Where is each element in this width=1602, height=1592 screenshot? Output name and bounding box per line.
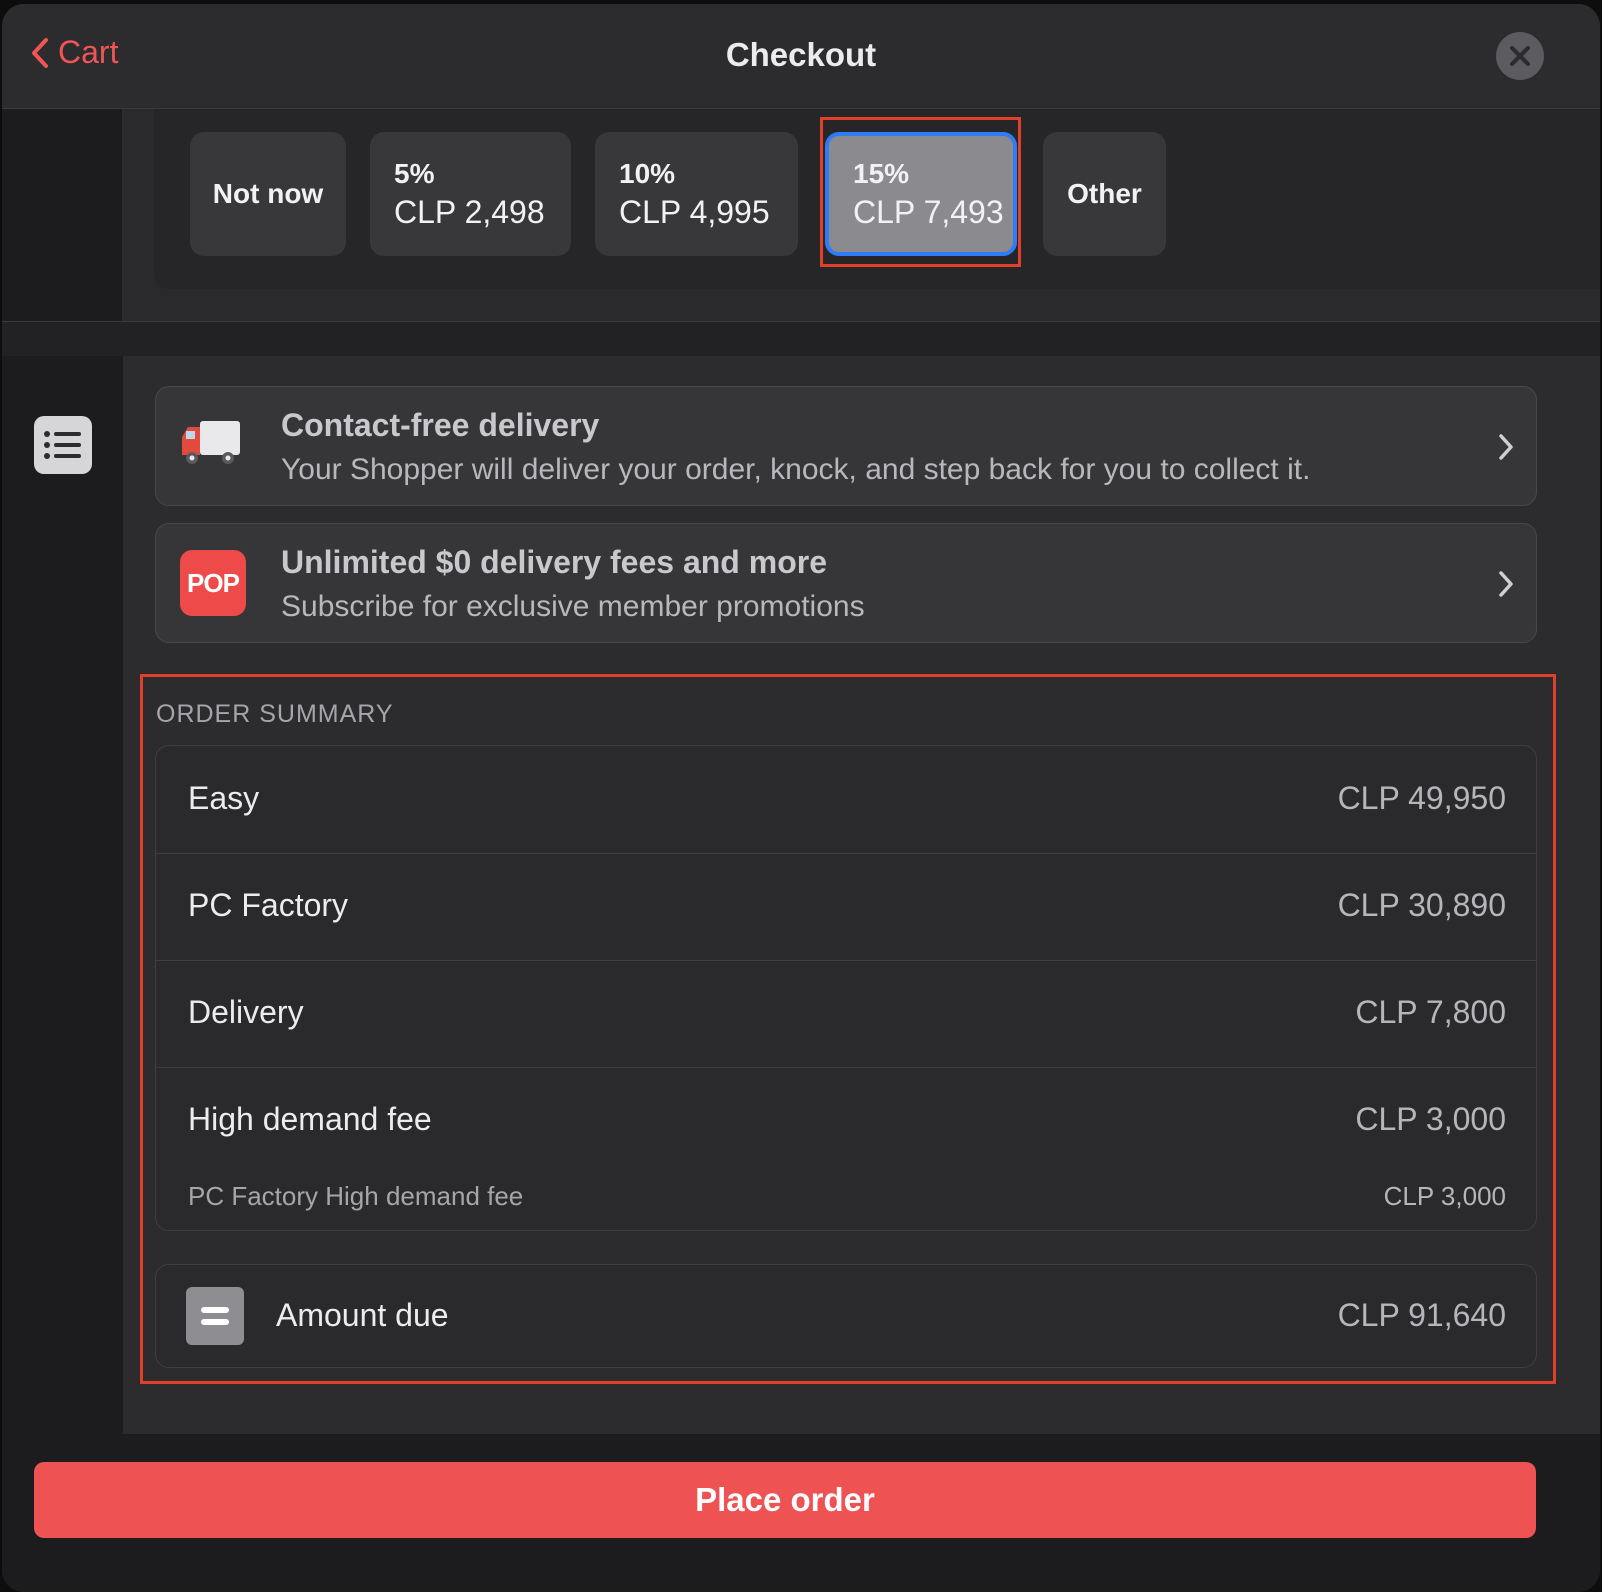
equals-icon [186, 1287, 244, 1345]
tip-option-not-now[interactable]: Not now [190, 132, 346, 256]
truck-icon [182, 421, 240, 464]
tip-amount: CLP 7,493 [853, 193, 1004, 230]
row-label: Easy [188, 780, 260, 816]
contact-free-delivery-card[interactable]: Contact-free delivery Your Shopper will … [155, 386, 1537, 506]
row-value: CLP 30,890 [1337, 887, 1506, 923]
card-subtitle: Subscribe for exclusive member promotion… [281, 590, 865, 623]
list-view-button[interactable] [34, 416, 92, 474]
tip-label: Not now [212, 178, 324, 209]
tip-option-5[interactable]: 5% CLP 2,498 [370, 132, 571, 256]
section-divider [2, 321, 1600, 356]
close-icon [1510, 46, 1530, 66]
chevron-right-icon [1499, 571, 1513, 597]
tip-percent: 15% [853, 157, 910, 189]
tip-amount: CLP 2,498 [394, 193, 545, 230]
row-label: PC Factory High demand fee [188, 1181, 524, 1211]
checkout-panel: Cart Checkout Not now 5% CLP 2,498 10% C… [2, 4, 1600, 1592]
card-subtitle: Your Shopper will deliver your order, kn… [281, 453, 1311, 486]
summary-subrow-pc-factory-fee: PC Factory High demand fee CLP 3,000 [156, 1147, 1536, 1230]
tip-label: Other [1067, 178, 1142, 209]
left-rail-top [2, 109, 122, 321]
row-value: CLP 7,800 [1355, 994, 1506, 1030]
row-value: CLP 3,000 [1383, 1181, 1506, 1211]
card-title: Unlimited $0 delivery fees and more [281, 544, 827, 580]
left-rail-bottom [2, 356, 123, 1434]
chevron-right-icon [1499, 434, 1513, 460]
order-summary-heading: ORDER SUMMARY [156, 700, 394, 728]
close-button[interactable] [1496, 32, 1544, 80]
row-value: CLP 3,000 [1355, 1101, 1506, 1137]
row-label: High demand fee [188, 1101, 432, 1137]
list-icon [44, 431, 81, 459]
row-label: Delivery [188, 994, 304, 1030]
tip-percent: 5% [394, 157, 435, 189]
membership-promo-card[interactable]: POP Unlimited $0 delivery fees and more … [155, 523, 1537, 643]
amount-due-row: Amount due CLP 91,640 [155, 1264, 1537, 1368]
tip-option-10[interactable]: 10% CLP 4,995 [595, 132, 798, 256]
summary-row-easy: Easy CLP 49,950 [156, 746, 1536, 854]
tip-percent: 10% [619, 157, 676, 189]
tip-option-other[interactable]: Other [1043, 132, 1166, 256]
summary-row-pc-factory: PC Factory CLP 30,890 [156, 853, 1536, 961]
total-value: CLP 91,640 [1337, 1297, 1506, 1333]
place-order-button[interactable]: Place order [34, 1462, 1536, 1538]
tip-option-15-selected[interactable]: 15% CLP 7,493 [825, 132, 1017, 256]
row-label: PC Factory [188, 887, 349, 923]
tip-amount: CLP 4,995 [619, 193, 770, 230]
page-title: Checkout [725, 36, 877, 73]
total-label: Amount due [276, 1297, 449, 1333]
card-title: Contact-free delivery [281, 407, 600, 443]
header: Cart Checkout [2, 4, 1600, 109]
pop-logo-icon: POP [180, 550, 246, 616]
order-summary-table: Easy CLP 49,950 PC Factory CLP 30,890 De… [155, 745, 1537, 1231]
summary-row-delivery: Delivery CLP 7,800 [156, 960, 1536, 1068]
row-value: CLP 49,950 [1337, 780, 1506, 816]
